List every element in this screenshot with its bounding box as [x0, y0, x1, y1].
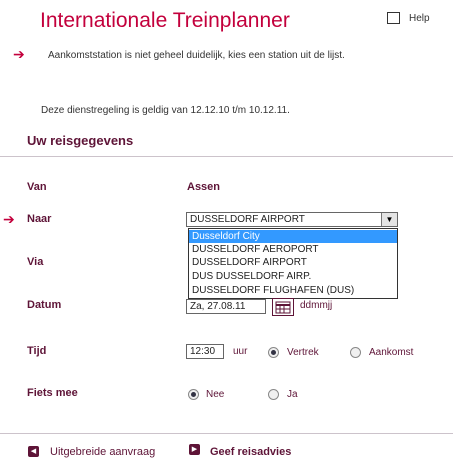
tijd-label: Tijd: [27, 345, 47, 357]
geef-reisadvies-button[interactable]: Geef reisadvies: [210, 446, 291, 458]
naar-label: Naar: [27, 213, 52, 225]
aankomst-label[interactable]: Aankomst: [369, 347, 413, 358]
datum-format-hint: ddmmjj: [300, 300, 333, 311]
via-label: Via: [27, 256, 44, 268]
naar-option[interactable]: DUS DUSSELDORF AIRP.: [189, 270, 397, 283]
fiets-ja-label[interactable]: Ja: [287, 389, 298, 400]
naar-selected-value: DUSSELDORF AIRPORT: [190, 214, 305, 225]
fiets-nee-radio[interactable]: [188, 389, 199, 400]
naar-option[interactable]: DUSSELDORF FLUGHAFEN (DUS): [189, 284, 397, 297]
notice-message: Aankomststation is niet geheel duidelijk…: [48, 50, 345, 61]
section-divider: [0, 156, 453, 157]
naar-error-arrow-icon: ➔: [3, 211, 15, 227]
aankomst-radio[interactable]: [350, 347, 361, 358]
van-label: Van: [27, 181, 47, 193]
help-checkbox-icon[interactable]: [387, 12, 400, 24]
validity-text: Deze dienstregeling is geldig van 12.12.…: [41, 105, 290, 116]
back-arrow-icon[interactable]: ◀: [28, 446, 39, 457]
tijd-unit: uur: [233, 346, 248, 357]
page-title: Internationale Treinplanner: [40, 9, 290, 32]
naar-option[interactable]: DUSSELDORF AEROPORT: [189, 243, 397, 256]
calendar-icon[interactable]: [272, 298, 294, 316]
fiets-label: Fiets mee: [27, 387, 78, 399]
section-title: Uw reisgegevens: [27, 133, 134, 148]
notice-arrow-icon: ➔: [13, 46, 25, 62]
help-link[interactable]: Help: [409, 13, 430, 24]
chevron-down-icon[interactable]: ▼: [381, 213, 397, 226]
fiets-nee-label[interactable]: Nee: [206, 389, 224, 400]
footer-divider: [0, 433, 453, 434]
naar-option[interactable]: Dusseldorf City: [189, 230, 397, 243]
tijd-input[interactable]: 12:30: [186, 344, 224, 359]
vertrek-radio[interactable]: [268, 347, 279, 358]
naar-select[interactable]: DUSSELDORF AIRPORT ▼: [186, 212, 398, 227]
fiets-ja-radio[interactable]: [268, 389, 279, 400]
van-value: Assen: [187, 181, 221, 193]
forward-arrow-icon[interactable]: ▶: [189, 444, 200, 455]
vertrek-label[interactable]: Vertrek: [287, 347, 319, 358]
datum-input[interactable]: Za, 27.08.11: [186, 299, 266, 314]
uitgebreide-aanvraag-link[interactable]: Uitgebreide aanvraag: [50, 446, 155, 458]
naar-option[interactable]: DUSSELDORF AIRPORT: [189, 256, 397, 269]
datum-label: Datum: [27, 299, 62, 311]
naar-dropdown-list: Dusseldorf City DUSSELDORF AEROPORT DUSS…: [188, 228, 398, 299]
